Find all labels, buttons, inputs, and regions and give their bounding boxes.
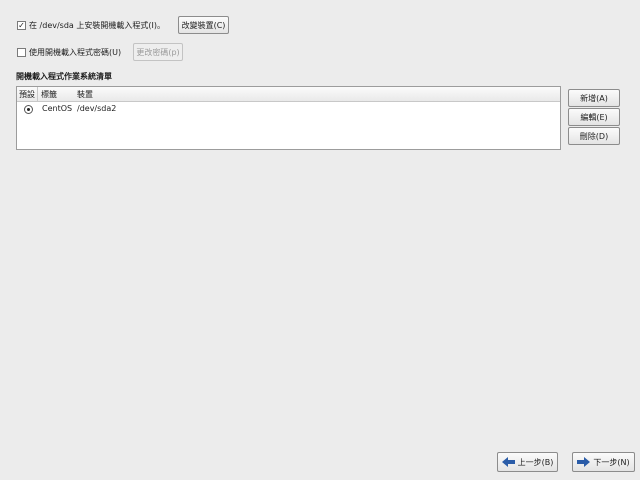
install-bootloader-label: 在 /dev/sda 上安裝開機載入程式(I)。 — [29, 21, 165, 30]
row-device: /dev/sda2 — [77, 104, 117, 113]
back-arrow-icon — [501, 457, 515, 467]
column-header-default[interactable]: 預設 — [17, 87, 38, 102]
install-bootloader-checkbox[interactable]: ✓ — [17, 21, 26, 30]
next-arrow-icon — [577, 457, 591, 467]
back-label: 上一步(B) — [517, 457, 554, 467]
os-list[interactable]: 預設 標籤 裝置 CentOS /dev/sda2 — [16, 86, 561, 150]
edit-button[interactable]: 編輯(E) — [568, 108, 620, 126]
os-list-header: 預設 標籤 裝置 — [17, 87, 560, 102]
change-device-button[interactable]: 改變裝置(C) — [178, 16, 229, 34]
next-button[interactable]: 下一步(N) — [572, 452, 635, 472]
row-label: CentOS — [42, 104, 73, 113]
bootloader-password-label: 使用開機載入程式密碼(U) — [29, 48, 122, 57]
column-header-device[interactable]: 裝置 — [74, 87, 554, 102]
os-list-title: 開機載入程式作業系統清單 — [16, 72, 112, 81]
delete-button[interactable]: 刪除(D) — [568, 127, 620, 145]
os-list-row[interactable]: CentOS /dev/sda2 — [17, 102, 560, 116]
back-button[interactable]: 上一步(B) — [497, 452, 558, 472]
default-radio[interactable] — [24, 105, 33, 114]
column-header-label[interactable]: 標籤 — [38, 87, 74, 102]
add-button[interactable]: 新增(A) — [568, 89, 620, 107]
change-password-button: 更改密碼(p) — [133, 43, 183, 61]
bootloader-password-checkbox[interactable] — [17, 48, 26, 57]
next-label: 下一步(N) — [593, 457, 630, 467]
